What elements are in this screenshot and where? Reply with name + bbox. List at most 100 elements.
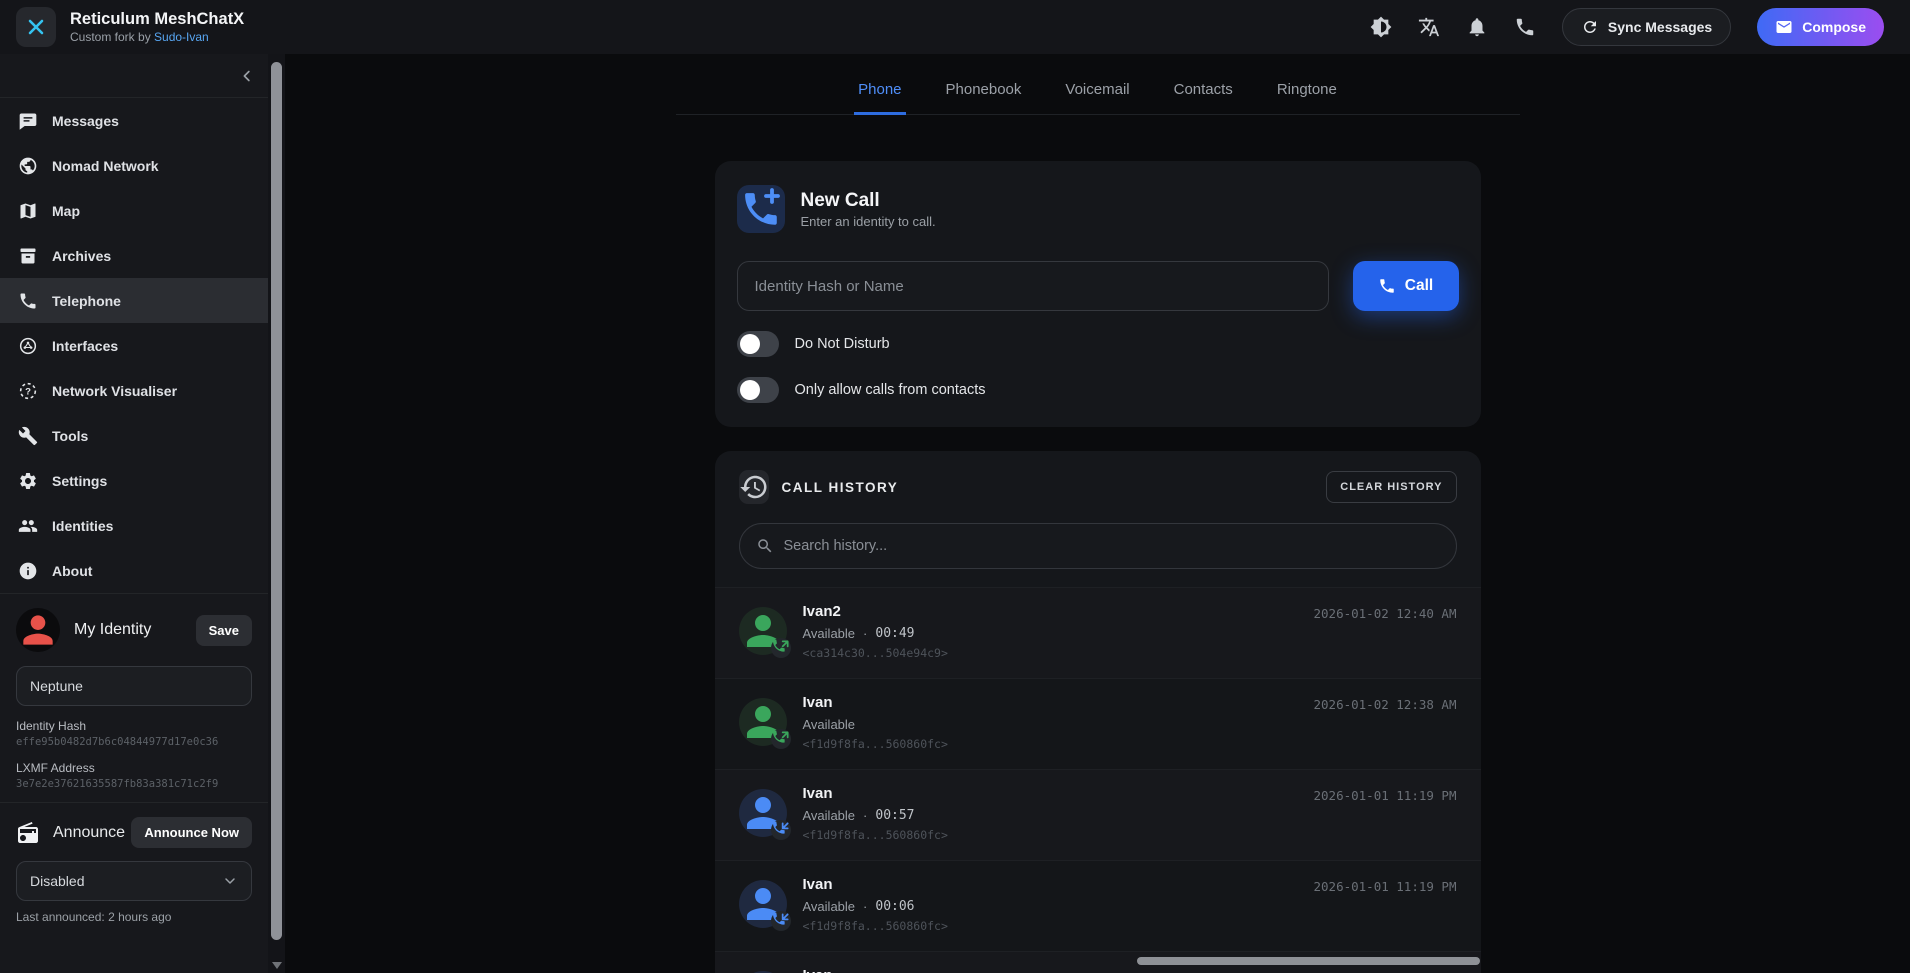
map-icon [18, 201, 38, 221]
call-history-row[interactable]: Ivan Available· <f1d9f8fa...560860fc> 20… [715, 678, 1481, 769]
phone-icon [18, 291, 38, 311]
clear-history-button[interactable]: CLEAR HISTORY [1326, 471, 1456, 503]
sidebar-item-tools[interactable]: Tools [0, 413, 268, 458]
my-identity-title: My Identity [74, 621, 151, 639]
toggle-label: Only allow calls from contacts [795, 382, 986, 398]
sidebar-item-about[interactable]: About [0, 548, 268, 593]
call-direction-badge [771, 638, 791, 658]
identity-hash-value: effe95b0482d7b6c04844977d17e0c36 [16, 736, 252, 748]
sync-messages-button[interactable]: Sync Messages [1562, 8, 1731, 46]
toggle-switch[interactable] [737, 331, 779, 357]
sidebar-item-map[interactable]: Map [0, 188, 268, 233]
contact-avatar [739, 880, 787, 928]
visualiser-icon: ? [18, 381, 38, 401]
main-content: PhonePhonebookVoicemailContactsRingtone … [285, 54, 1910, 973]
my-identity-avatar [16, 608, 60, 652]
sidebar-scrollbar[interactable] [268, 54, 285, 973]
call-meta: Available· [803, 717, 1457, 732]
clock-history-icon [739, 470, 769, 504]
tab-phone[interactable]: Phone [854, 81, 905, 115]
app-subtitle: Custom fork by Sudo-Ivan [70, 30, 244, 44]
app-logo[interactable] [16, 7, 56, 47]
call-history-title: CALL HISTORY [782, 480, 899, 495]
contact-avatar [739, 789, 787, 837]
call-timestamp: 2026-01-01 11:19 PM [1314, 788, 1457, 803]
tab-contacts[interactable]: Contacts [1170, 81, 1237, 114]
new-call-card: New Call Enter an identity to call. Call… [715, 161, 1481, 427]
contact-avatar [739, 607, 787, 655]
announce-interval-select[interactable]: Disabled [16, 861, 252, 901]
sidebar-item-archives[interactable]: Archives [0, 233, 268, 278]
contact-hash: <f1d9f8fa...560860fc> [803, 828, 1457, 842]
outgoing-call-icon [771, 638, 791, 658]
lxmf-address-value: 3e7e2e37621635587fb83a381c71c2f9 [16, 778, 252, 790]
archive-icon [18, 246, 38, 266]
call-history-row[interactable]: Ivan Available·00:57 <f1d9f8fa...560860f… [715, 769, 1481, 860]
radio-icon [16, 821, 40, 845]
save-button[interactable]: Save [196, 615, 252, 646]
brightness-icon[interactable] [1370, 16, 1392, 38]
phone-plus-icon [737, 185, 785, 233]
contact-hash: <f1d9f8fa...560860fc> [803, 919, 1457, 933]
new-call-title: New Call [801, 190, 936, 212]
call-direction-badge [771, 729, 791, 749]
horizontal-scrollbar-thumb[interactable] [1137, 957, 1480, 965]
x-logo-icon [24, 15, 48, 39]
app-title: Reticulum MeshChatX [70, 10, 244, 30]
scrollbar-down-arrow[interactable] [272, 962, 282, 969]
call-button[interactable]: Call [1353, 261, 1459, 311]
fork-author-link[interactable]: Sudo-Ivan [154, 30, 209, 44]
tab-phonebook[interactable]: Phonebook [942, 81, 1026, 114]
call-meta: Available·00:06 [803, 899, 1457, 914]
contact-hash: <f1d9f8fa...560860fc> [803, 737, 1457, 751]
call-history-row[interactable]: Ivan2 Available·00:49 <ca314c30...504e94… [715, 587, 1481, 678]
sidebar-item-nomad-network[interactable]: Nomad Network [0, 143, 268, 188]
phone-icon [1378, 277, 1396, 295]
sidebar-item-interfaces[interactable]: Interfaces [0, 323, 268, 368]
identity-call-input[interactable] [737, 261, 1329, 311]
info-icon [18, 561, 38, 581]
toggle-switch[interactable] [737, 377, 779, 403]
last-announced-text: Last announced: 2 hours ago [16, 910, 252, 924]
compose-button[interactable]: Compose [1757, 8, 1884, 46]
sidebar-item-messages[interactable]: Messages [0, 98, 268, 143]
new-call-subtitle: Enter an identity to call. [801, 214, 936, 229]
phone-icon[interactable] [1514, 16, 1536, 38]
toggle-label: Do Not Disturb [795, 336, 890, 352]
call-meta: Available·00:57 [803, 808, 1457, 823]
bell-icon[interactable] [1466, 16, 1488, 38]
contact-hash: <ca314c30...504e94c9> [803, 646, 1457, 660]
person-icon [16, 608, 60, 652]
wrench-icon [18, 426, 38, 446]
gear-icon [18, 471, 38, 491]
sidebar-item-telephone[interactable]: Telephone [0, 278, 268, 323]
hub-icon [18, 336, 38, 356]
history-search-input[interactable] [784, 538, 1440, 554]
history-icon-box [739, 470, 769, 504]
announce-now-button[interactable]: Announce Now [131, 817, 252, 848]
incoming-call-icon [771, 911, 791, 931]
tab-bar: Phone Phonebook Voicemail Contacts Ringtone [676, 54, 1520, 115]
translate-icon[interactable] [1418, 16, 1440, 38]
refresh-icon [1581, 18, 1599, 36]
people-icon [18, 516, 38, 536]
identity-name-input[interactable] [16, 666, 252, 706]
sidebar-scrollbar-thumb[interactable] [271, 62, 282, 940]
sidebar-item-network-visualiser[interactable]: ?Network Visualiser [0, 368, 268, 413]
history-search [739, 523, 1457, 569]
tab-voicemail[interactable]: Voicemail [1061, 81, 1133, 114]
outgoing-call-icon [771, 729, 791, 749]
svg-text:?: ? [25, 386, 31, 397]
collapse-sidebar-icon[interactable] [238, 67, 256, 85]
tab-ringtone[interactable]: Ringtone [1273, 81, 1341, 114]
sidebar-item-identities[interactable]: Identities [0, 503, 268, 548]
top-bar: Reticulum MeshChatX Custom fork by Sudo-… [0, 0, 1910, 54]
call-history-row[interactable]: Ivan Available·00:06 <f1d9f8fa...560860f… [715, 860, 1481, 951]
sidebar-item-settings[interactable]: Settings [0, 458, 268, 503]
chevron-down-icon [222, 873, 238, 889]
contact-avatar [739, 698, 787, 746]
call-timestamp: 2026-01-02 12:40 AM [1314, 606, 1457, 621]
sidebar: MessagesNomad NetworkMapArchivesTelephon… [0, 54, 268, 973]
call-direction-badge [771, 911, 791, 931]
globe-icon [18, 156, 38, 176]
